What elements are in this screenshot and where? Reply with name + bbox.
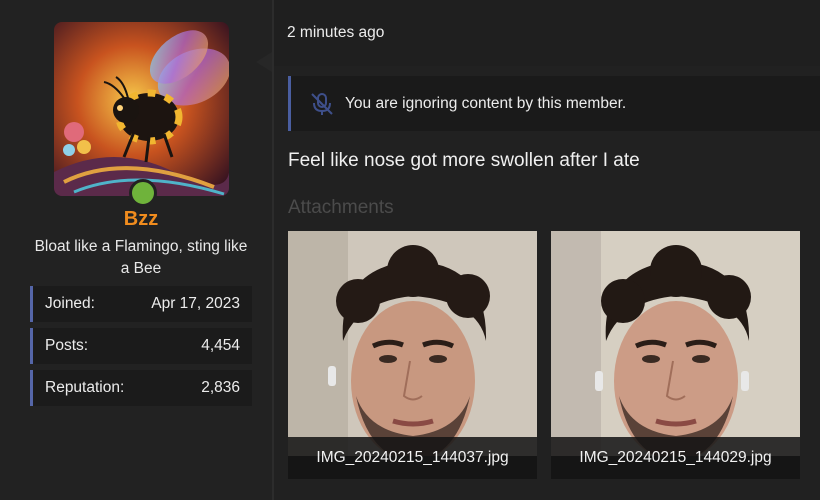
username[interactable]: Bzz — [0, 208, 282, 231]
stat-value: Apr 17, 2023 — [151, 295, 240, 312]
post-message: Feel like nose got more swollen after I … — [288, 150, 640, 171]
attachments-heading: Attachments — [288, 197, 394, 218]
post-arrow — [256, 52, 272, 72]
stat-label: Posts: — [45, 337, 89, 354]
attachment-filename[interactable]: IMG_20240215_144029.jpg — [551, 437, 800, 479]
muted-microphone-icon — [311, 92, 333, 115]
stat-value: 4,454 — [201, 337, 240, 354]
avatar[interactable] — [54, 22, 229, 196]
ignore-notice: You are ignoring content by this member. — [288, 76, 820, 131]
ignore-notice-text: You are ignoring content by this member. — [345, 94, 627, 112]
stat-reputation: Reputation: 2,836 — [30, 370, 252, 406]
stat-posts: Posts: 4,454 — [30, 328, 252, 364]
user-title: Bloat like a Flamingo, sting like a Bee — [34, 238, 248, 277]
stat-value: 2,836 — [201, 379, 240, 396]
attachment-thumbnail[interactable]: IMG_20240215_144037.jpg — [288, 231, 537, 479]
attachment-thumbnail[interactable]: IMG_20240215_144029.jpg — [551, 231, 800, 479]
attachment-filename[interactable]: IMG_20240215_144037.jpg — [288, 437, 537, 479]
stat-label: Reputation: — [45, 379, 125, 396]
bee-artwork-image — [54, 22, 229, 196]
post-timestamp[interactable]: 2 minutes ago — [287, 24, 384, 42]
online-status-indicator — [129, 179, 157, 207]
stat-label: Joined: — [45, 295, 95, 312]
stat-joined: Joined: Apr 17, 2023 — [30, 286, 252, 322]
